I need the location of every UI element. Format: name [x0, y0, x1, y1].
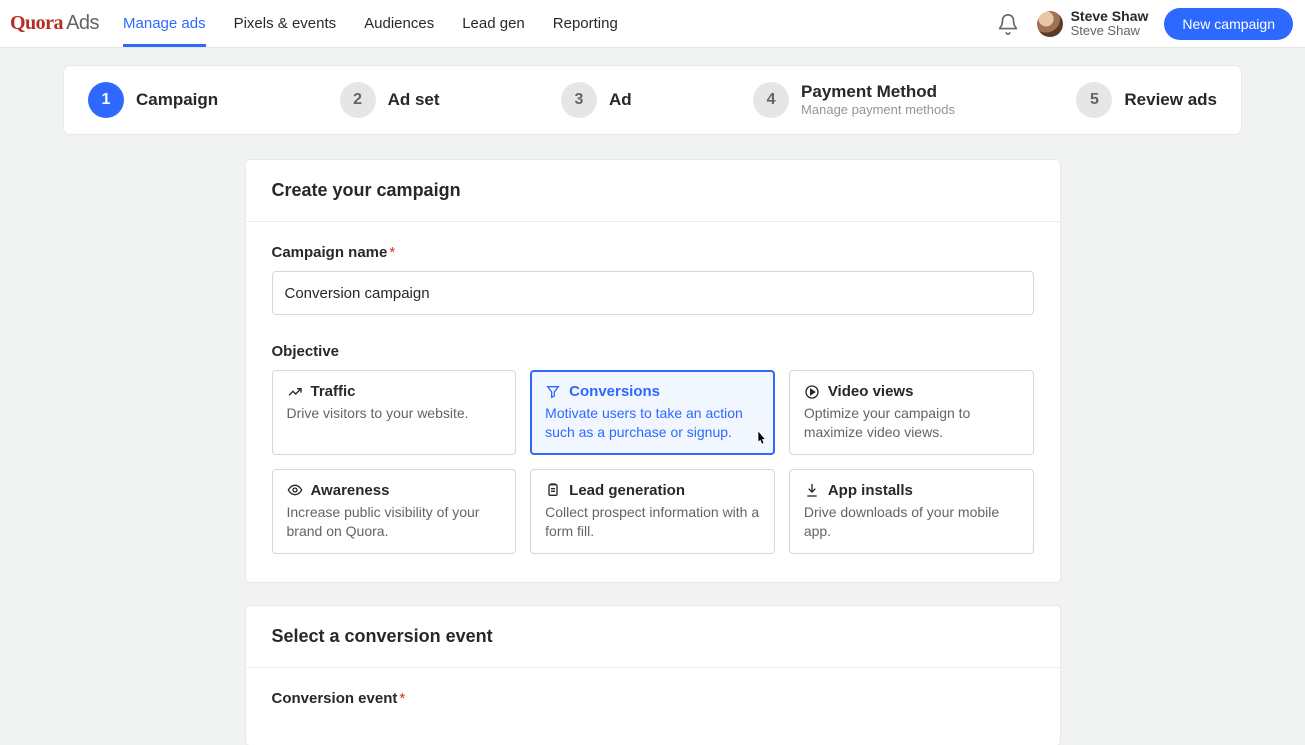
notifications-icon[interactable]	[997, 13, 1019, 35]
step-number: 3	[561, 82, 597, 118]
top-bar: Quora Ads Manage ads Pixels & events Aud…	[0, 0, 1305, 48]
objective-desc: Optimize your campaign to maximize video…	[804, 404, 1019, 442]
step-number: 2	[340, 82, 376, 118]
objective-desc: Drive visitors to your website.	[287, 404, 502, 423]
play-circle-icon	[804, 384, 820, 400]
clipboard-icon	[545, 482, 561, 498]
objective-app-installs[interactable]: App installs Drive downloads of your mob…	[789, 469, 1034, 554]
nav-label: Pixels & events	[234, 15, 337, 32]
user-menu[interactable]: Steve Shaw Steve Shaw	[1037, 8, 1149, 39]
download-icon	[804, 482, 820, 498]
objective-lead-gen[interactable]: Lead generation Collect prospect informa…	[530, 469, 775, 554]
stepper: 1 Campaign 2 Ad set 3 Ad 4 Payment Metho…	[64, 66, 1241, 134]
objective-awareness[interactable]: Awareness Increase public visibility of …	[272, 469, 517, 554]
campaign-name-input[interactable]	[272, 271, 1034, 315]
new-campaign-button[interactable]: New campaign	[1164, 8, 1293, 40]
objective-title: Traffic	[311, 383, 356, 400]
campaign-name-label: Campaign name*	[272, 244, 1034, 261]
required-marker: *	[399, 690, 405, 707]
logo[interactable]: Quora Ads	[10, 12, 99, 35]
objective-title: Conversions	[569, 383, 660, 400]
step-sublabel: Manage payment methods	[801, 102, 955, 118]
objective-title: Video views	[828, 383, 914, 400]
nav-audiences[interactable]: Audiences	[364, 0, 434, 47]
step-ad-set[interactable]: 2 Ad set	[340, 82, 440, 118]
step-label: Ad set	[388, 90, 440, 110]
nav-lead-gen[interactable]: Lead gen	[462, 0, 525, 47]
step-number: 1	[88, 82, 124, 118]
nav-label: Lead gen	[462, 15, 525, 32]
funnel-icon	[545, 384, 561, 400]
objective-desc: Motivate users to take an action such as…	[545, 404, 760, 442]
nav-label: Audiences	[364, 15, 434, 32]
step-review[interactable]: 5 Review ads	[1076, 82, 1217, 118]
objective-video-views[interactable]: Video views Optimize your campaign to ma…	[789, 370, 1034, 455]
step-ad[interactable]: 3 Ad	[561, 82, 632, 118]
trend-up-icon	[287, 384, 303, 400]
objective-conversions[interactable]: Conversions Motivate users to take an ac…	[530, 370, 775, 455]
objective-desc: Drive downloads of your mobile app.	[804, 503, 1019, 541]
objective-desc: Collect prospect information with a form…	[545, 503, 760, 541]
step-payment[interactable]: 4 Payment Method Manage payment methods	[753, 82, 955, 118]
step-label: Review ads	[1124, 90, 1217, 110]
step-campaign[interactable]: 1 Campaign	[88, 82, 218, 118]
objective-title: App installs	[828, 482, 913, 499]
step-label: Payment Method	[801, 82, 955, 102]
user-name: Steve Shaw	[1071, 8, 1149, 24]
conversion-event-label: Conversion event*	[272, 690, 1034, 707]
logo-quora: Quora	[10, 12, 63, 35]
nav-label: Manage ads	[123, 15, 206, 32]
logo-ads: Ads	[66, 12, 99, 35]
step-number: 4	[753, 82, 789, 118]
step-label: Ad	[609, 90, 632, 110]
step-label: Campaign	[136, 90, 218, 110]
objective-title: Lead generation	[569, 482, 685, 499]
create-campaign-card: Create your campaign Campaign name* Obje…	[246, 160, 1060, 582]
step-number: 5	[1076, 82, 1112, 118]
conversion-event-card: Select a conversion event Conversion eve…	[246, 606, 1060, 745]
label-text: Conversion event	[272, 690, 398, 707]
eye-icon	[287, 482, 303, 498]
objective-title: Awareness	[311, 482, 390, 499]
label-text: Campaign name	[272, 244, 388, 261]
objective-grid: Traffic Drive visitors to your website. …	[272, 370, 1034, 554]
objective-desc: Increase public visibility of your brand…	[287, 503, 502, 541]
objective-label: Objective	[272, 343, 1034, 360]
nav-manage-ads[interactable]: Manage ads	[123, 0, 206, 47]
nav-pixels-events[interactable]: Pixels & events	[234, 0, 337, 47]
card-title: Create your campaign	[246, 160, 1060, 222]
top-nav: Manage ads Pixels & events Audiences Lea…	[123, 0, 618, 47]
page-body: 1 Campaign 2 Ad set 3 Ad 4 Payment Metho…	[0, 48, 1305, 745]
avatar	[1037, 11, 1063, 37]
nav-label: Reporting	[553, 15, 618, 32]
required-marker: *	[389, 244, 395, 261]
nav-reporting[interactable]: Reporting	[553, 0, 618, 47]
card-title: Select a conversion event	[246, 606, 1060, 668]
objective-traffic[interactable]: Traffic Drive visitors to your website.	[272, 370, 517, 455]
user-names: Steve Shaw Steve Shaw	[1071, 8, 1149, 39]
user-sub: Steve Shaw	[1071, 24, 1149, 39]
